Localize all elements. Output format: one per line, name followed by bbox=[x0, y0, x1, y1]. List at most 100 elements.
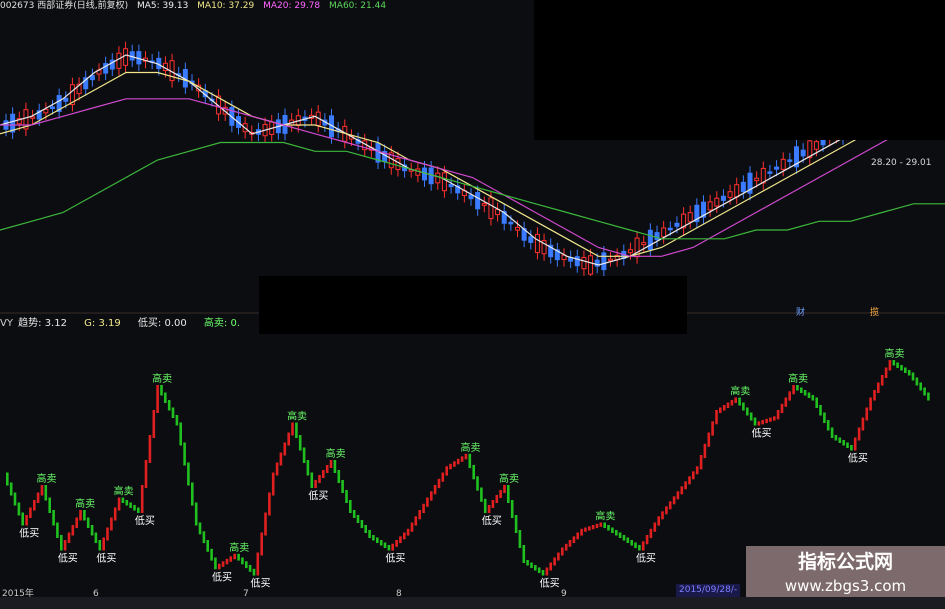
trend-bar-down bbox=[191, 482, 194, 506]
trend-bar-down bbox=[811, 395, 815, 401]
high-sell-label: 高卖 bbox=[461, 441, 481, 454]
trend-bar-down bbox=[904, 367, 907, 373]
trend-bar-up bbox=[645, 535, 649, 545]
trend-bar-down bbox=[368, 530, 371, 538]
trend-bar-down bbox=[738, 397, 741, 406]
trend-bar-up bbox=[711, 421, 714, 436]
trend-bar-down bbox=[472, 465, 475, 480]
candle-up bbox=[661, 227, 667, 238]
trend-bar-down bbox=[815, 397, 818, 408]
low-buy-label: 低买 bbox=[482, 514, 502, 527]
candle-down bbox=[601, 252, 607, 271]
high-sell-label: 高卖 bbox=[37, 472, 57, 485]
trend-bar-up bbox=[152, 410, 156, 438]
trend-bar-down bbox=[746, 407, 749, 416]
trend-bar-up bbox=[102, 537, 105, 551]
trend-bar-down bbox=[830, 427, 834, 438]
trend-bar-down bbox=[834, 435, 838, 441]
trend-bar-down bbox=[823, 412, 826, 423]
high-sell-label: 高卖 bbox=[229, 541, 249, 554]
trend-bar-down bbox=[129, 502, 132, 508]
trend-bar-up bbox=[79, 510, 82, 521]
trend-bar-up bbox=[780, 403, 784, 414]
trend-bar-down bbox=[803, 390, 807, 396]
trend-bar-down bbox=[607, 525, 610, 531]
high-sell-value: 高卖: 0. bbox=[203, 318, 241, 329]
trend-bar-up bbox=[688, 476, 691, 485]
trend-bar-down bbox=[21, 512, 24, 526]
trend-bar-down bbox=[742, 402, 745, 411]
candle-down bbox=[528, 236, 534, 243]
trend-bar-up bbox=[410, 522, 414, 532]
high-sell-label: 高卖 bbox=[152, 372, 172, 385]
trend-bar-up bbox=[67, 532, 71, 543]
candle-down bbox=[428, 167, 434, 185]
candle-up bbox=[780, 158, 786, 170]
trend-bar-up bbox=[437, 478, 441, 489]
bottom-toolbar[interactable] bbox=[0, 597, 945, 609]
trend-bar-down bbox=[615, 530, 618, 536]
candle-up bbox=[687, 212, 693, 223]
trend-bar-up bbox=[757, 421, 761, 426]
trend-bar-up bbox=[229, 556, 233, 562]
trend-bar-up bbox=[414, 516, 418, 526]
candle-down bbox=[667, 227, 673, 231]
candle-down bbox=[720, 195, 726, 201]
candle-up bbox=[754, 177, 760, 182]
trend-bar-down bbox=[98, 540, 102, 551]
trend-bar-up bbox=[430, 491, 433, 501]
trend-bar-down bbox=[44, 485, 48, 501]
trend-bar-down bbox=[252, 568, 256, 576]
trend-bar-up bbox=[464, 453, 468, 460]
trend-bar-up bbox=[761, 420, 764, 425]
trend-bar-up bbox=[456, 458, 460, 465]
trend-bar-down bbox=[630, 540, 633, 546]
trend-bar-down bbox=[167, 400, 171, 411]
trend-bar-down bbox=[183, 442, 186, 466]
candle-up bbox=[116, 52, 122, 69]
high-sell-label: 高卖 bbox=[75, 497, 95, 510]
trend-bar-down bbox=[356, 515, 360, 523]
trend-bar-up bbox=[325, 465, 329, 473]
candle-down bbox=[740, 181, 746, 193]
trend-bar-up bbox=[287, 432, 290, 446]
indicator-header: VY 趋势: 3.12 G: 3.19 低买: 0.00 高卖: 0. bbox=[0, 317, 254, 331]
trend-bar-up bbox=[291, 422, 294, 436]
candle-down bbox=[767, 171, 773, 174]
trend-bar-up bbox=[873, 390, 876, 401]
trend-bar-down bbox=[541, 570, 545, 576]
trend-bar-down bbox=[826, 420, 830, 431]
trend-bar-down bbox=[48, 497, 51, 513]
candle-up bbox=[727, 191, 733, 198]
trend-bar-up bbox=[695, 466, 699, 475]
trend-bar-down bbox=[518, 530, 522, 548]
trend-bar-up bbox=[71, 525, 75, 536]
trend-bar-down bbox=[842, 440, 845, 446]
date-range-box: 2015/09/28/- bbox=[676, 584, 741, 597]
trend-bar-up bbox=[117, 497, 121, 511]
trend-bar-up bbox=[734, 397, 737, 403]
trend-bar-down bbox=[846, 442, 849, 448]
main-chart-header: 002673 西部证券(日线,前复权) MA5: 39.13 MA10: 37.… bbox=[0, 0, 392, 12]
trend-bar-up bbox=[576, 532, 579, 540]
trend-bar-up bbox=[460, 456, 464, 462]
candle-up bbox=[714, 197, 720, 207]
candle-up bbox=[707, 201, 713, 211]
low-buy-label: 低买 bbox=[212, 570, 232, 583]
candle-up bbox=[435, 172, 441, 184]
trend-bar-down bbox=[387, 545, 391, 551]
trend-bar-up bbox=[773, 416, 776, 421]
trend-bar-down bbox=[927, 392, 930, 401]
trend-bar-down bbox=[483, 498, 487, 514]
trend-bar-down bbox=[83, 510, 86, 521]
trend-bar-up bbox=[144, 460, 148, 488]
candle-up bbox=[581, 256, 587, 270]
trend-bar-down bbox=[514, 515, 518, 533]
candle-up bbox=[760, 167, 766, 184]
trend-bar-up bbox=[499, 490, 502, 498]
low-buy-label: 低买 bbox=[135, 514, 155, 527]
trend-bar-up bbox=[880, 375, 884, 386]
trend-bar-up bbox=[487, 505, 491, 513]
trend-bar-up bbox=[599, 522, 603, 527]
trend-bar-down bbox=[618, 532, 622, 538]
